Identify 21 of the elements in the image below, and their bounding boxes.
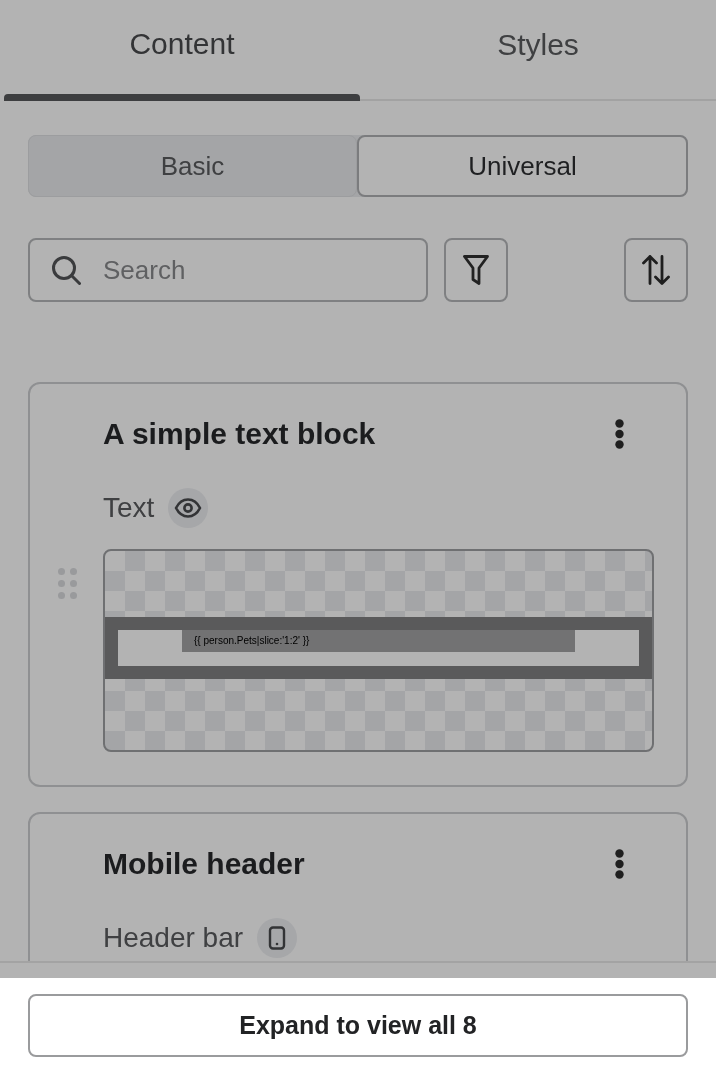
filter-button[interactable] [444,238,508,302]
expand-button[interactable]: Expand to view all 8 [28,994,688,1057]
tab[interactable]: Styles [360,0,716,101]
search-icon [52,256,81,285]
search-field[interactable]: Search [28,238,428,302]
block-title: A simple text block [103,416,376,452]
segment-button[interactable]: Universal [357,135,688,197]
more-icon[interactable] [615,849,624,879]
block-title: Mobile header [103,846,305,882]
more-icon[interactable] [615,419,624,449]
template-code: {{ person.Pets|slice:'1:2' }} [182,629,575,652]
block-type: Header bar [103,921,244,955]
eye-icon [168,488,209,528]
segment-button[interactable]: Basic [28,135,357,197]
block-type: Text [103,491,155,525]
tab[interactable]: Content [4,0,360,101]
sort-button[interactable] [624,238,688,302]
phone-icon [257,918,298,958]
drag-handle-icon[interactable] [58,568,77,599]
sort-icon [642,255,670,285]
filter-icon [463,255,489,285]
